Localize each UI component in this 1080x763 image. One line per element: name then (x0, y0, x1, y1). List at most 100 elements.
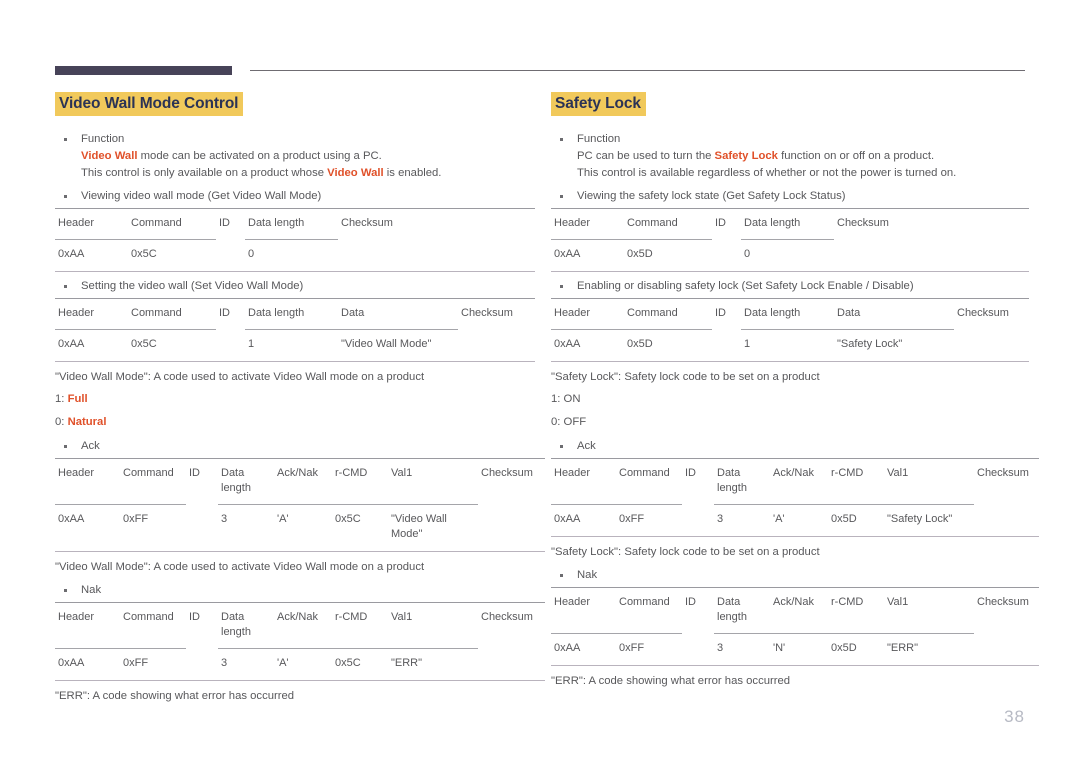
col-header-command: Command (616, 587, 682, 634)
function-line-1-pre: PC can be used to turn the (577, 150, 715, 163)
bullet-set-safety-lock: Enabling or disabling safety lock (Set S… (551, 278, 1029, 295)
cell-ack-nak: 'N' (770, 633, 828, 667)
col-header-command: Command (616, 458, 682, 505)
page-number: 38 (1004, 707, 1025, 726)
cell-data: "Safety Lock" (834, 329, 954, 363)
cell-command: 0x5C (128, 329, 216, 363)
table-ack-right-wrap: Header Command ID Data length Ack/Nak r-… (551, 458, 1039, 538)
col-header-header: Header (55, 602, 120, 649)
cell-val1: "Video Wall Mode" (388, 504, 478, 553)
cell-data-length: 3 (714, 504, 770, 538)
col-header-data-length: Data length (218, 458, 274, 505)
cell-r-cmd: 0x5C (332, 648, 388, 682)
caption-nak-right: "ERR": A code showing what error has occ… (551, 675, 791, 688)
function-label-left: Function (81, 133, 125, 146)
table-get-safety-lock-wrap: Header Command ID Data length Checksum 0… (551, 208, 1029, 273)
cell-ack-nak: 'A' (274, 648, 332, 682)
cell-id (682, 504, 714, 538)
caption-ack-left: "Video Wall Mode": A code used to activa… (55, 561, 425, 574)
col-header-checksum: Checksum (478, 602, 545, 649)
cell-header: 0xAA (551, 329, 624, 363)
bullet-set-video-wall-mode: Setting the video wall (Set Video Wall M… (55, 278, 535, 295)
table-row: 0xAA 0x5C 1 "Video Wall Mode" (55, 329, 535, 363)
function-line-1-text: mode can be activated on a product using… (137, 150, 382, 163)
value-natural-label: Natural (67, 416, 107, 429)
col-header-data: Data (338, 298, 458, 330)
col-header-val1: Val1 (388, 602, 478, 649)
cell-checksum (478, 648, 545, 682)
bullet-function-right: Function PC can be used to turn the Safe… (551, 131, 1029, 182)
section-safety-lock: Safety Lock Function PC can be used to t… (551, 92, 1039, 690)
col-header-data-length: Data length (714, 458, 770, 505)
cell-checksum (834, 239, 1029, 273)
table-set-video-wall-mode-wrap: Header Command ID Data length Data Check… (55, 298, 535, 363)
col-header-checksum: Checksum (954, 298, 1029, 330)
table-row: 0xAA 0xFF 3 'A' 0x5C "Video Wall Mode" (55, 504, 545, 553)
cell-checksum (478, 504, 545, 553)
col-header-header: Header (551, 458, 616, 505)
col-header-command: Command (624, 298, 712, 330)
value-full: 1: Full (55, 390, 535, 409)
table-row: 0xAA 0x5C 0 (55, 239, 535, 273)
col-header-ack-nak: Ack/Nak (770, 458, 828, 505)
function-line-1-right: PC can be used to turn the Safety Lock f… (577, 148, 1029, 165)
emphasis-video-wall-2: Video Wall (327, 167, 384, 180)
value-on: 1: ON (551, 393, 581, 406)
table-header-row: Header Command ID Data length Ack/Nak r-… (55, 458, 545, 505)
col-header-checksum: Checksum (974, 587, 1039, 634)
table-set-safety-lock: Header Command ID Data length Data Check… (551, 298, 1029, 363)
emphasis-safety-lock: Safety Lock (714, 150, 778, 163)
table-nak-left-wrap: Header Command ID Data length Ack/Nak r-… (55, 602, 545, 682)
function-line-2-right: This control is available regardless of … (577, 167, 957, 180)
col-header-val1: Val1 (388, 458, 478, 505)
table-set-safety-lock-wrap: Header Command ID Data length Data Check… (551, 298, 1029, 363)
col-header-ack-nak: Ack/Nak (770, 587, 828, 634)
function-label-right: Function (577, 133, 621, 146)
cell-command: 0x5D (624, 329, 712, 363)
cell-checksum (974, 633, 1039, 667)
bullet-function-left: Function Video Wall mode can be activate… (55, 131, 535, 182)
function-line-2-pre: This control is only available on a prod… (81, 167, 328, 180)
cell-command: 0xFF (616, 504, 682, 538)
col-header-header: Header (55, 298, 128, 330)
caption-nak-left: "ERR": A code showing what error has occ… (55, 690, 295, 703)
cell-id (186, 648, 218, 682)
table-ack-left: Header Command ID Data length Ack/Nak r-… (55, 458, 545, 553)
cell-header: 0xAA (55, 504, 120, 553)
bullet-nak-left: Nak (55, 582, 535, 599)
cell-command: 0xFF (120, 648, 186, 682)
cell-header: 0xAA (551, 504, 616, 538)
cell-r-cmd: 0x5D (828, 504, 884, 538)
col-header-data-length: Data length (245, 208, 338, 240)
col-header-data-length: Data length (741, 298, 834, 330)
table-get-video-wall-mode: Header Command ID Data length Checksum 0… (55, 208, 535, 273)
col-header-command: Command (128, 208, 216, 240)
cell-data-length: 0 (245, 239, 338, 273)
col-header-ack-nak: Ack/Nak (274, 602, 332, 649)
cell-checksum (458, 329, 535, 363)
cell-header: 0xAA (55, 239, 128, 273)
cell-header: 0xAA (55, 329, 128, 363)
table-get-video-wall-mode-wrap: Header Command ID Data length Checksum 0… (55, 208, 535, 273)
cell-command: 0xFF (120, 504, 186, 553)
cell-command: 0x5C (128, 239, 216, 273)
col-header-data-length: Data length (245, 298, 338, 330)
caption-ack-right: "Safety Lock": Safety lock code to be se… (551, 546, 820, 559)
value-natural: 0: Natural (55, 413, 535, 432)
cell-data-length: 1 (245, 329, 338, 363)
cell-id (712, 329, 741, 363)
page-title-right: Safety Lock (551, 92, 646, 117)
table-header-row: Header Command ID Data length Data Check… (55, 298, 535, 330)
col-header-checksum: Checksum (974, 458, 1039, 505)
caption-set-video-wall-mode: "Video Wall Mode": A code used to activa… (55, 371, 425, 384)
col-header-checksum: Checksum (478, 458, 545, 505)
cell-data-length: 3 (218, 648, 274, 682)
value-full-key: 1: (55, 393, 68, 406)
table-row: 0xAA 0xFF 3 'A' 0x5C "ERR" (55, 648, 545, 682)
col-header-id: ID (712, 298, 741, 330)
col-header-header: Header (551, 587, 616, 634)
col-header-command: Command (624, 208, 712, 240)
col-header-header: Header (551, 208, 624, 240)
col-header-checksum: Checksum (834, 208, 1029, 240)
function-line-1-left: Video Wall mode can be activated on a pr… (81, 148, 535, 165)
